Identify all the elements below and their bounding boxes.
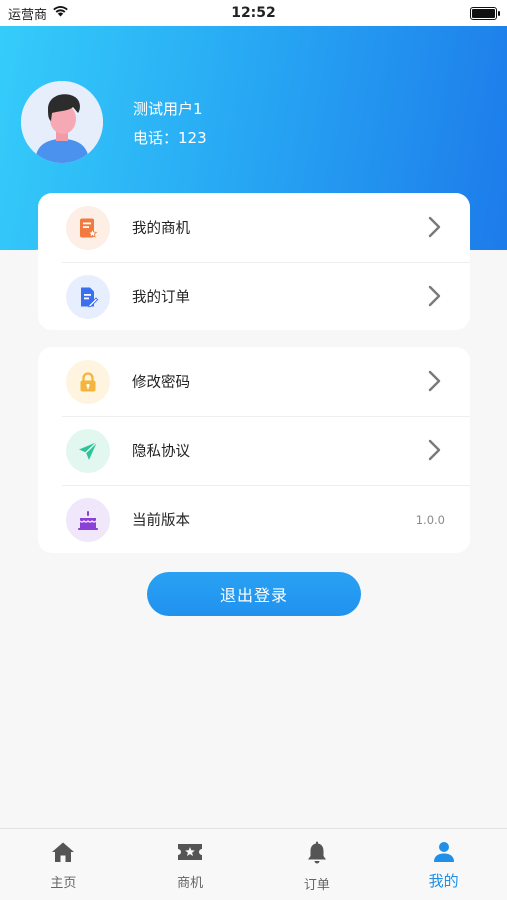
document-star-icon: [66, 205, 110, 250]
user-phone: 电话：123: [133, 129, 207, 147]
status-bar: 运营商 12:52: [0, 0, 507, 26]
home-icon: [51, 841, 75, 872]
avatar[interactable]: [21, 81, 103, 163]
menu-item-label: 我的商机: [132, 221, 190, 237]
menu-item-label: 隐私协议: [132, 444, 190, 460]
battery-icon: [470, 6, 500, 20]
menu-item-label: 我的订单: [132, 290, 190, 306]
tab-label: 商机: [177, 876, 204, 891]
menu-card-settings: 修改密码 隐私协议 当前版本 1.0.0: [38, 347, 470, 553]
tab-mine[interactable]: 我的: [380, 829, 507, 900]
menu-item-my-opportunities[interactable]: 我的商机: [38, 193, 470, 262]
lock-icon: [66, 359, 110, 404]
user-name: 测试用户1: [133, 100, 203, 118]
menu-card-primary: 我的商机 我的订单: [38, 193, 470, 330]
menu-item-label: 修改密码: [132, 375, 190, 391]
menu-item-label: 当前版本: [132, 513, 190, 529]
chevron-right-icon: [428, 439, 442, 465]
status-time: 12:52: [231, 5, 276, 21]
menu-item-my-orders[interactable]: 我的订单: [38, 262, 470, 331]
ticket-icon: [177, 841, 203, 872]
cake-icon: [66, 497, 110, 542]
version-number: 1.0.0: [415, 513, 445, 527]
logout-button[interactable]: 退出登录: [147, 572, 361, 616]
chevron-right-icon: [428, 370, 442, 396]
tab-orders[interactable]: 订单: [254, 829, 381, 900]
document-edit-icon: [66, 274, 110, 319]
tab-label: 我的: [428, 872, 459, 890]
tab-label: 主页: [50, 876, 77, 891]
tab-home[interactable]: 主页: [0, 829, 127, 900]
bell-icon: [306, 841, 328, 874]
paper-plane-icon: [66, 428, 110, 473]
bottom-tab-bar: 主页 商机 订单 我的: [0, 828, 507, 900]
menu-item-current-version[interactable]: 当前版本 1.0.0: [38, 485, 470, 554]
menu-item-change-password[interactable]: 修改密码: [38, 347, 470, 416]
tab-label: 订单: [303, 878, 330, 893]
tab-opportunities[interactable]: 商机: [127, 829, 254, 900]
menu-item-privacy-policy[interactable]: 隐私协议: [38, 416, 470, 485]
chevron-right-icon: [428, 216, 442, 242]
chevron-right-icon: [428, 285, 442, 311]
person-icon: [432, 841, 456, 870]
